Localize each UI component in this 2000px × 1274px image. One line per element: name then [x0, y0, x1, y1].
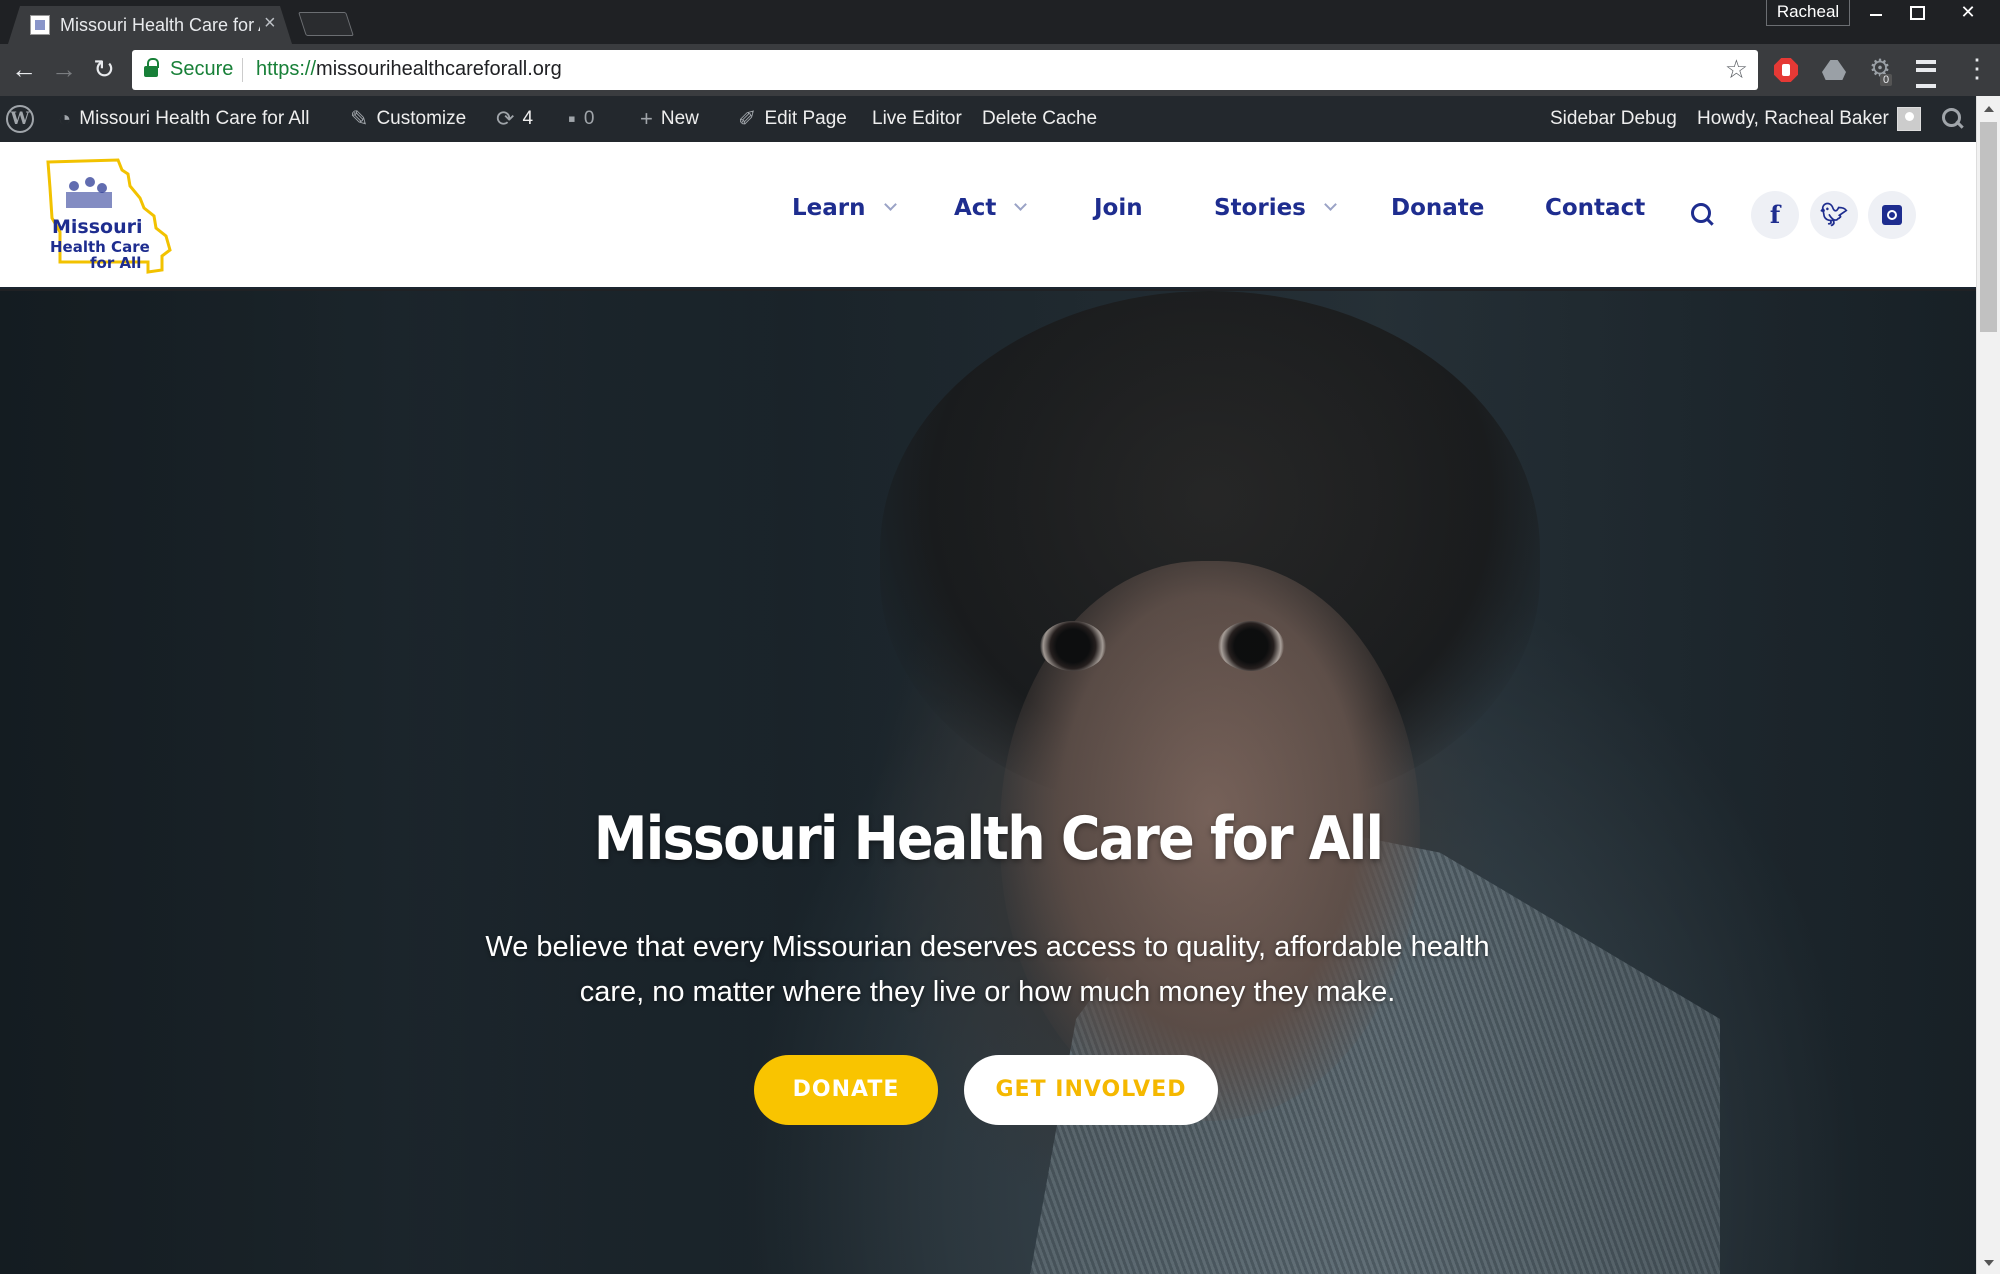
- admin-new-label: New: [660, 108, 699, 129]
- hero-section: Missouri Health Care for All We believe …: [0, 291, 1976, 1274]
- chevron-down-icon: [883, 198, 897, 211]
- tab-close-icon[interactable]: ×: [264, 12, 276, 35]
- lock-icon: [144, 58, 159, 78]
- admin-howdy-label: Howdy, Racheal Baker: [1697, 108, 1889, 129]
- admin-edit-page-label: Edit Page: [764, 108, 847, 129]
- hero-title: Missouri Health Care for All: [593, 804, 1384, 874]
- site-logo[interactable]: Missouri Health Care for All: [44, 158, 184, 274]
- facebook-icon[interactable]: f: [1751, 191, 1799, 239]
- admin-updates-count: 4: [522, 108, 534, 129]
- browser-toolbar: ← → ↻ Secure https://missourihealthcaref…: [0, 44, 2000, 96]
- pencil-icon: ✐: [738, 106, 757, 131]
- layers-extension-icon[interactable]: [1910, 54, 1942, 88]
- nav-learn-label: Learn: [792, 195, 866, 221]
- browser-tab[interactable]: Missouri Health Care for All ×: [8, 6, 292, 44]
- admin-edit-page[interactable]: ✐ Edit Page: [738, 96, 847, 142]
- nav-join[interactable]: Join: [1094, 184, 1143, 232]
- address-bar[interactable]: Secure https://missourihealthcareforall.…: [132, 50, 1758, 90]
- logo-line-1: Missouri: [52, 216, 143, 238]
- wordpress-logo-icon[interactable]: W: [6, 105, 34, 133]
- comment-icon: ▪: [568, 106, 576, 131]
- nav-act[interactable]: Act: [954, 184, 1028, 232]
- hero-overlay: [0, 291, 1976, 1274]
- get-involved-button[interactable]: GET INVOLVED: [964, 1055, 1218, 1125]
- site-search-icon[interactable]: [1690, 202, 1718, 230]
- admin-comments-count: 0: [583, 108, 595, 129]
- admin-customize[interactable]: ✎ Customize: [350, 96, 466, 142]
- admin-site-name[interactable]: ◔ Missouri Health Care for All: [58, 96, 310, 142]
- url-host: missourihealthcareforall.org: [316, 58, 562, 80]
- url-divider: [242, 58, 243, 82]
- brush-icon: ✎: [350, 106, 369, 131]
- admin-site-name-label: Missouri Health Care for All: [79, 108, 310, 129]
- extension-badge: 0: [1880, 74, 1893, 86]
- dashboard-icon: ◔: [58, 106, 72, 131]
- twitter-icon[interactable]: 🐦︎: [1810, 191, 1858, 239]
- nav-stories[interactable]: Stories: [1214, 184, 1337, 232]
- plus-icon: +: [640, 106, 653, 131]
- admin-new[interactable]: + New: [640, 96, 699, 142]
- updates-icon: ⟳: [496, 106, 515, 131]
- site-header: Missouri Health Care for All Learn Act J…: [0, 142, 1976, 289]
- site-favicon-icon: [30, 15, 50, 35]
- admin-search-icon[interactable]: [1940, 106, 1966, 132]
- admin-account[interactable]: Howdy, Racheal Baker: [1697, 96, 1921, 142]
- browser-title-bar: Missouri Health Care for All × Racheal ✕: [0, 0, 2000, 44]
- nav-learn[interactable]: Learn: [792, 184, 897, 232]
- chevron-down-icon: [1014, 198, 1028, 211]
- admin-comments[interactable]: ▪ 0: [568, 96, 594, 142]
- secure-label: Secure: [170, 58, 234, 80]
- bookmark-star-icon[interactable]: ☆: [1725, 54, 1748, 85]
- new-tab-button[interactable]: [298, 12, 354, 36]
- nav-contact[interactable]: Contact: [1545, 184, 1645, 232]
- scroll-thumb[interactable]: [1980, 122, 1997, 332]
- profile-button[interactable]: Racheal: [1766, 0, 1850, 26]
- chevron-down-icon: [1324, 198, 1337, 211]
- close-window-button[interactable]: ✕: [1944, 0, 1992, 26]
- restore-button[interactable]: [1896, 0, 1936, 26]
- forward-button[interactable]: →: [48, 54, 80, 86]
- url-text[interactable]: https://missourihealthcareforall.org: [256, 58, 562, 81]
- back-button[interactable]: ←: [8, 54, 40, 86]
- scroll-up-icon[interactable]: [1984, 106, 1994, 112]
- browser-menu-icon[interactable]: ⋮: [1962, 54, 1992, 86]
- reload-button[interactable]: ↻: [88, 54, 120, 86]
- drive-extension-icon[interactable]: [1818, 54, 1850, 86]
- page-scrollbar[interactable]: [1976, 96, 2000, 1274]
- url-scheme: https://: [256, 58, 317, 80]
- tab-title: Missouri Health Care for All: [60, 15, 260, 35]
- admin-updates[interactable]: ⟳ 4: [496, 96, 533, 142]
- admin-sidebar-debug[interactable]: Sidebar Debug: [1550, 96, 1677, 142]
- minimize-button[interactable]: [1856, 0, 1896, 26]
- admin-customize-label: Customize: [376, 108, 467, 129]
- nav-donate[interactable]: Donate: [1391, 184, 1484, 232]
- scroll-down-icon[interactable]: [1984, 1260, 1994, 1266]
- admin-delete-cache[interactable]: Delete Cache: [982, 96, 1097, 142]
- avatar: [1896, 106, 1921, 131]
- wp-admin-bar: W ◔ Missouri Health Care for All ✎ Customi…: [0, 96, 2000, 142]
- nav-act-label: Act: [954, 195, 997, 221]
- adblock-extension-icon[interactable]: [1770, 54, 1802, 86]
- nav-stories-label: Stories: [1214, 195, 1306, 221]
- admin-live-editor[interactable]: Live Editor: [872, 96, 962, 142]
- instagram-icon[interactable]: [1868, 191, 1916, 239]
- logo-line-3: for All: [90, 254, 142, 272]
- hero-subtitle: We believe that every Missourian deserve…: [485, 931, 1490, 1008]
- donate-button[interactable]: DONATE: [754, 1055, 938, 1125]
